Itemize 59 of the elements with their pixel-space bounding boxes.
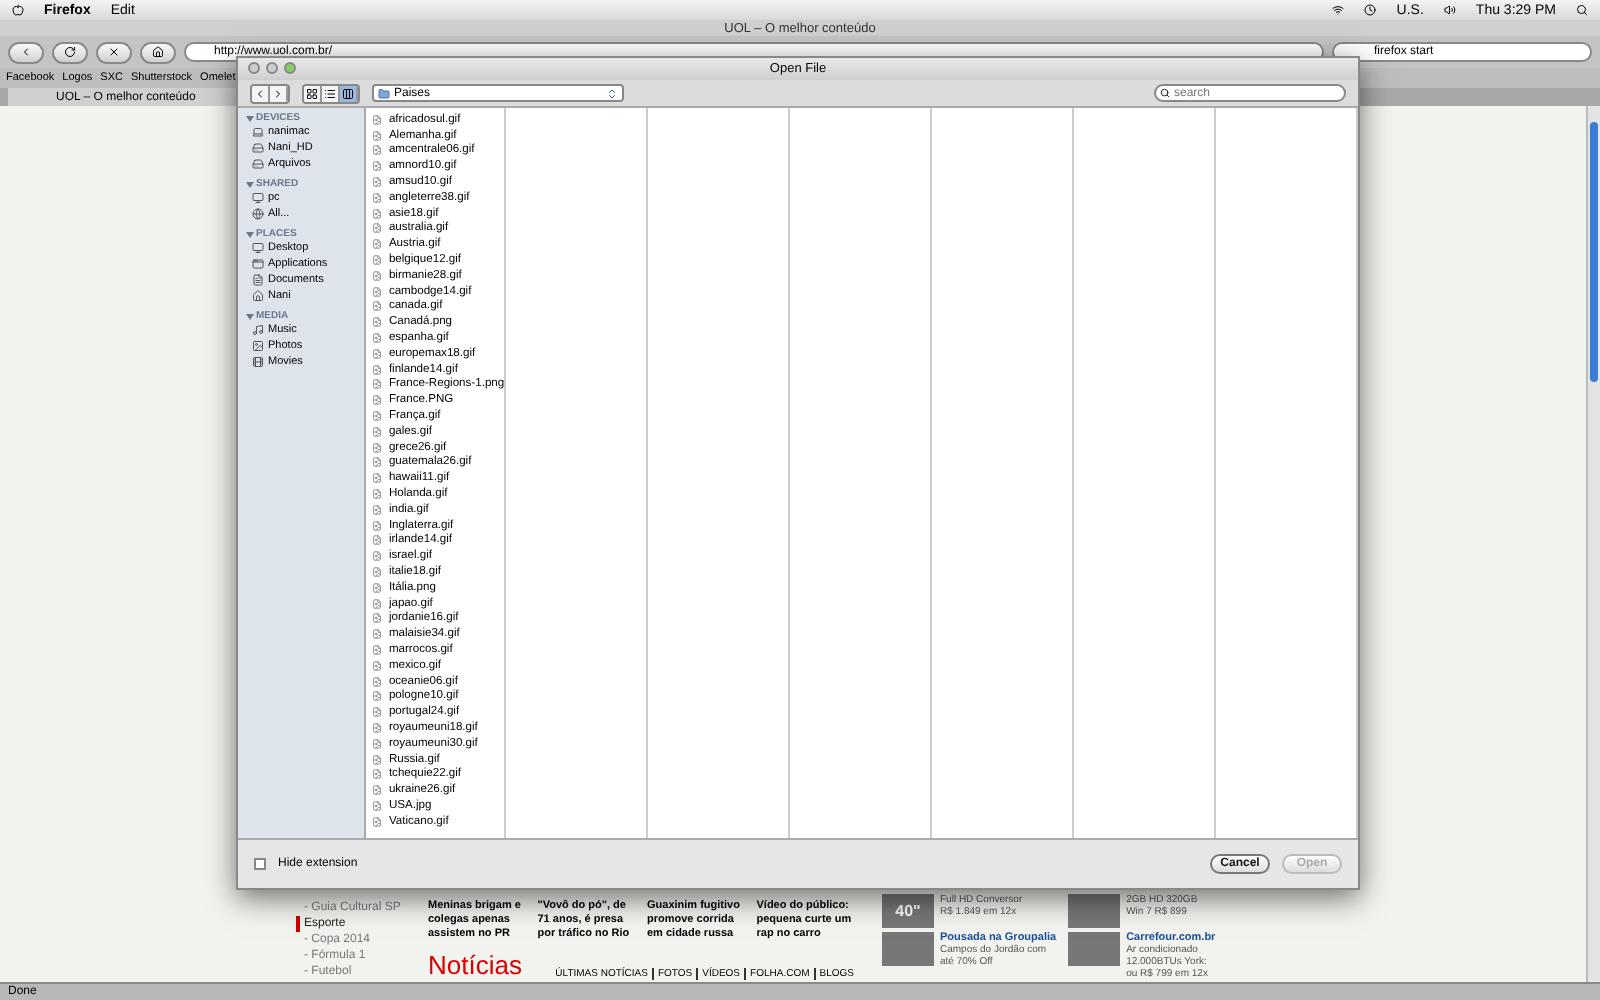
file-icon (372, 316, 383, 329)
chevron-left-icon (20, 46, 32, 58)
minimize-light-icon[interactable] (266, 62, 278, 74)
file-icon (372, 113, 383, 126)
chevron-left-icon (254, 87, 266, 99)
home-button[interactable] (140, 41, 176, 63)
file-icon (372, 659, 383, 672)
chevron-right-icon (272, 87, 284, 99)
ad-image[interactable]: 40" (882, 894, 934, 928)
monitor-icon (252, 192, 264, 204)
file-icon (372, 472, 383, 485)
drive-icon (252, 142, 264, 154)
checkbox[interactable] (254, 858, 266, 870)
section-title: Notícias (428, 950, 522, 980)
apple-icon[interactable] (12, 4, 24, 16)
volume-icon[interactable] (1443, 4, 1456, 16)
file-icon (372, 238, 383, 251)
view-button[interactable] (322, 85, 340, 101)
clock-icon[interactable] (1364, 4, 1377, 16)
search-icon (1160, 88, 1170, 98)
film-icon (252, 356, 264, 368)
reload-button[interactable] (52, 41, 88, 63)
file-icon (372, 737, 383, 750)
zoom-light-icon[interactable] (284, 62, 296, 74)
file-icon (372, 160, 383, 173)
reload-icon (64, 46, 76, 58)
window-icon (252, 258, 264, 270)
drive-icon (252, 158, 264, 170)
folder-icon (378, 87, 390, 99)
file-icon (372, 815, 383, 828)
grid-icon (306, 87, 318, 99)
home-icon (252, 290, 264, 302)
search-icon[interactable] (1576, 4, 1588, 16)
file-icon (372, 394, 383, 407)
disclosure-triangle-icon[interactable] (246, 181, 254, 187)
file-icon (372, 566, 383, 578)
home-icon (152, 46, 164, 58)
view-button[interactable] (304, 85, 322, 101)
back-button[interactable] (252, 85, 270, 101)
picture-icon (252, 340, 264, 352)
forward-button[interactable] (270, 85, 288, 101)
disclosure-triangle-icon[interactable] (246, 115, 254, 121)
disclosure-triangle-icon[interactable] (246, 313, 254, 319)
disclosure-triangle-icon[interactable] (246, 231, 254, 237)
ad-image[interactable] (1068, 894, 1121, 928)
file-icon (372, 550, 383, 563)
scrollbar[interactable] (1586, 106, 1600, 982)
file-icon (372, 581, 383, 594)
view-button[interactable] (340, 85, 358, 101)
laptop-icon (252, 126, 264, 138)
close-icon (108, 46, 120, 58)
monitor-icon (252, 242, 264, 254)
close-light-icon[interactable] (248, 62, 260, 74)
globe-icon (252, 208, 264, 220)
wifi-icon[interactable] (1332, 4, 1345, 16)
columns-icon (342, 87, 354, 99)
document-icon (252, 274, 264, 286)
list-icon (324, 87, 336, 99)
music-note-icon (252, 324, 264, 336)
